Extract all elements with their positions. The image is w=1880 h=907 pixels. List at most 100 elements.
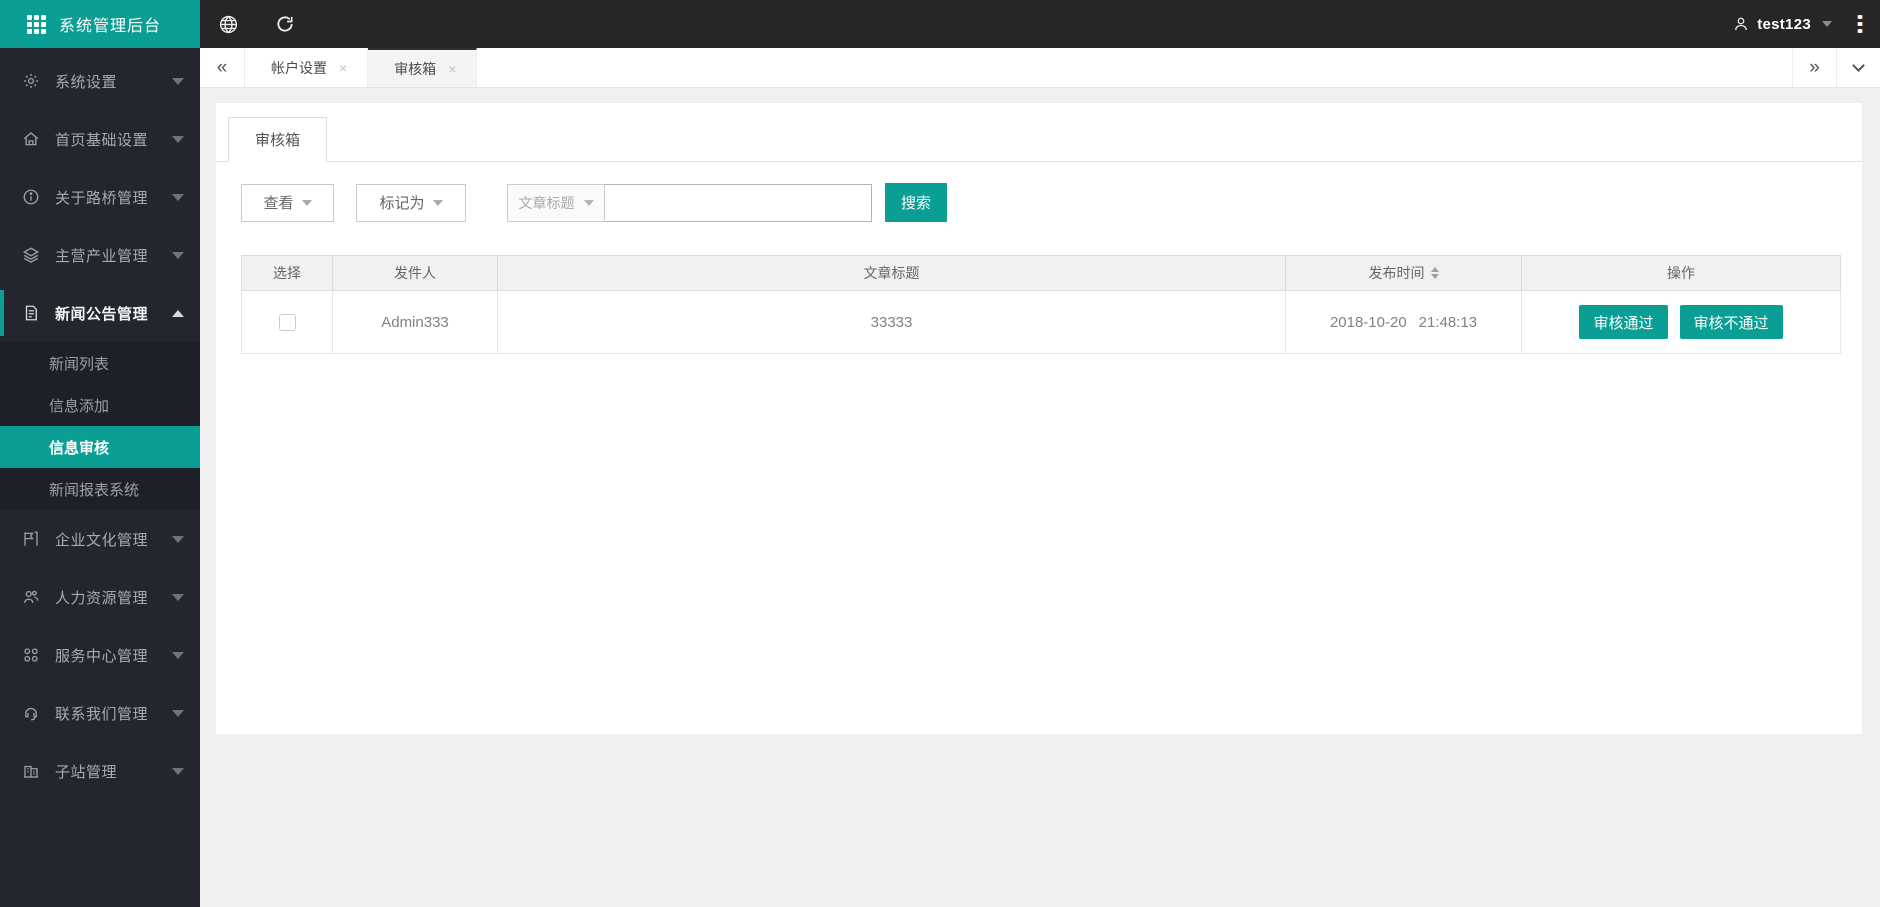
publish-date: 2018-10-20 [1329, 313, 1407, 331]
sidebar-item-culture-management[interactable]: 企业文化管理 [0, 510, 200, 568]
sidebar-item-label: 子站管理 [55, 763, 118, 781]
sidebar-item-service-management[interactable]: 服务中心管理 [0, 626, 200, 684]
panel-tabs: 审核箱 [216, 103, 1862, 162]
chevron-down-icon [172, 709, 184, 717]
headset-icon [22, 704, 40, 722]
sidebar-item-label: 系统设置 [55, 73, 118, 91]
sidebar-item-label: 企业文化管理 [55, 531, 149, 549]
sidebar-item-label: 首页基础设置 [55, 131, 149, 149]
sidebar-item-about-management[interactable]: 关于路桥管理 [0, 168, 200, 226]
publish-time: 21:48:13 [1418, 313, 1478, 331]
chevron-down-icon [432, 199, 443, 206]
header-actions: 操作 [1521, 255, 1841, 291]
tabbar: « 帐户设置 × 审核箱 × » [200, 48, 1880, 88]
chevron-down-icon [172, 593, 184, 601]
building-icon [22, 762, 40, 780]
app-title: 系统管理后台 [59, 18, 162, 35]
document-icon [22, 304, 40, 322]
sidebar-subitem-news-list[interactable]: 新闻列表 [0, 342, 200, 384]
chevron-up-icon [172, 309, 184, 317]
chevron-down-icon [172, 651, 184, 659]
globe-icon[interactable] [200, 14, 257, 35]
cell-actions: 审核通过 审核不通过 [1521, 290, 1841, 354]
user-menu[interactable]: test123 [1732, 15, 1832, 33]
header-title: 文章标题 [497, 255, 1286, 291]
sidebar-item-label: 联系我们管理 [55, 705, 149, 723]
tabs-list-button[interactable] [1836, 48, 1880, 87]
sidebar-item-label: 人力资源管理 [55, 589, 149, 607]
review-table: 选择 发件人 文章标题 发布时间 操作 Admin333 33333 2018-… [241, 255, 1841, 354]
username-label: test123 [1757, 15, 1811, 33]
gear-icon [22, 72, 40, 90]
main-content: 审核箱 查看 标记为 文章标题 搜索 选择 发件人 文章标题 发布时间 操作 A… [200, 89, 1880, 907]
sidebar-subitem-news-report[interactable]: 新闻报表系统 [0, 468, 200, 510]
subitem-label: 新闻报表系统 [49, 481, 140, 499]
search-button[interactable]: 搜索 [885, 183, 947, 222]
filter-toolbar: 查看 标记为 文章标题 搜索 [241, 183, 1862, 222]
subitem-label: 新闻列表 [49, 355, 110, 373]
user-icon [1735, 17, 1748, 31]
reject-button[interactable]: 审核不通过 [1679, 305, 1783, 339]
sidebar-menu: 系统设置 首页基础设置 关于路桥管理 主营产业管理 新闻公告管理 新闻列表 信息… [0, 48, 200, 800]
search-field-label: 文章标题 [518, 194, 575, 211]
header-sender: 发件人 [332, 255, 498, 291]
sidebar-subitem-info-review[interactable]: 信息审核 [0, 426, 200, 468]
refresh-icon[interactable] [257, 14, 313, 34]
header-select: 选择 [241, 255, 333, 291]
sidebar-item-contact-management[interactable]: 联系我们管理 [0, 684, 200, 742]
approve-button[interactable]: 审核通过 [1579, 305, 1668, 339]
sidebar-item-home-basic-settings[interactable]: 首页基础设置 [0, 110, 200, 168]
subitem-label: 信息审核 [49, 439, 110, 457]
review-box-panel: 审核箱 查看 标记为 文章标题 搜索 选择 发件人 文章标题 发布时间 操作 A… [216, 103, 1862, 734]
sidebar-item-label: 服务中心管理 [55, 647, 149, 665]
panel-tab-review-box[interactable]: 审核箱 [228, 117, 328, 162]
chevron-down-icon [172, 535, 184, 543]
grid-logo-icon [27, 14, 46, 34]
tabs-scroll-left-button[interactable]: « [200, 48, 244, 87]
cell-title: 33333 [497, 290, 1286, 354]
home-icon [22, 130, 40, 148]
people-icon [22, 588, 40, 606]
search-group: 文章标题 [507, 183, 872, 222]
row-checkbox[interactable] [278, 313, 296, 331]
table-header-row: 选择 发件人 文章标题 发布时间 操作 [241, 255, 1841, 291]
sidebar-item-label: 新闻公告管理 [55, 305, 149, 323]
flag-icon [22, 530, 40, 548]
chevron-down-icon [172, 135, 184, 143]
sidebar: 系统管理后台 系统设置 首页基础设置 关于路桥管理 主营产业管理 新闻公告管理 … [0, 0, 200, 907]
cell-sender: Admin333 [332, 290, 498, 354]
tab-review-box[interactable]: 审核箱 × [368, 48, 478, 87]
chevron-down-icon [1852, 59, 1865, 72]
table-row: Admin333 33333 2018-10-20 21:48:13 审核通过 审… [241, 290, 1841, 354]
sidebar-item-news-management[interactable]: 新闻公告管理 [0, 284, 200, 342]
command-icon [22, 646, 40, 664]
cell-select [241, 290, 333, 354]
chevron-down-icon [172, 251, 184, 259]
info-icon [22, 188, 40, 206]
sidebar-subitem-info-add[interactable]: 信息添加 [0, 384, 200, 426]
search-field-select[interactable]: 文章标题 [507, 183, 605, 222]
close-icon[interactable]: × [448, 62, 456, 76]
more-menu-icon[interactable] [1854, 11, 1866, 37]
sidebar-item-system-settings[interactable]: 系统设置 [0, 52, 200, 110]
close-icon[interactable]: × [339, 61, 347, 75]
subitem-label: 信息添加 [49, 397, 110, 415]
sidebar-item-label: 关于路桥管理 [55, 189, 149, 207]
sidebar-item-hr-management[interactable]: 人力资源管理 [0, 568, 200, 626]
sort-icon[interactable] [1430, 267, 1439, 279]
sidebar-item-subsite-management[interactable]: 子站管理 [0, 742, 200, 800]
chevron-down-icon [172, 193, 184, 201]
search-input[interactable] [605, 183, 872, 222]
tab-account-settings[interactable]: 帐户设置 × [244, 48, 369, 87]
view-dropdown[interactable]: 查看 [241, 183, 334, 222]
view-dropdown-label: 查看 [263, 195, 294, 212]
news-submenu: 新闻列表 信息添加 信息审核 新闻报表系统 [0, 342, 200, 510]
tab-label: 帐户设置 [271, 59, 327, 76]
chevron-down-icon [583, 199, 594, 206]
header-publish-time: 发布时间 [1285, 255, 1522, 291]
topbar: test123 [200, 0, 1880, 48]
tabs-scroll-right-button[interactable]: » [1792, 48, 1836, 87]
chevron-down-icon [1822, 21, 1832, 27]
mark-as-dropdown[interactable]: 标记为 [356, 183, 466, 222]
sidebar-item-industry-management[interactable]: 主营产业管理 [0, 226, 200, 284]
